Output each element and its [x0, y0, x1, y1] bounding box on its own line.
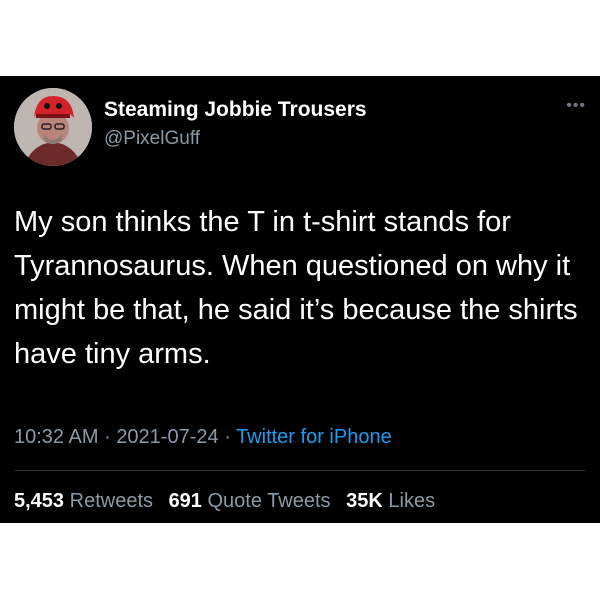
author-handle[interactable]: @PixelGuff: [104, 128, 200, 150]
likes-stat[interactable]: 35K Likes: [346, 490, 435, 512]
likes-label: Likes: [388, 490, 436, 512]
tweet-time[interactable]: 10:32 AM: [14, 426, 99, 448]
quote-tweets-stat[interactable]: 691 Quote Tweets: [169, 490, 337, 512]
divider: [14, 470, 586, 471]
meta-separator: ·: [224, 426, 231, 448]
retweets-stat[interactable]: 5,453 Retweets: [14, 490, 159, 512]
tweet-date[interactable]: 2021-07-24: [116, 426, 218, 448]
tweet-source-link[interactable]: Twitter for iPhone: [236, 426, 392, 448]
retweets-count: 5,453: [14, 490, 65, 512]
retweets-label: Retweets: [69, 490, 153, 512]
tweet-meta: 10:32 AM · 2021-07-24 · Twitter for iPho…: [14, 426, 392, 449]
more-options-icon[interactable]: •••: [566, 98, 586, 114]
author-display-name[interactable]: Steaming Jobbie Trousers: [104, 98, 367, 122]
meta-separator: ·: [104, 426, 111, 448]
tweet-stats: 5,453 Retweets 691 Quote Tweets 35K Like…: [14, 490, 445, 513]
quote-tweets-count: 691: [168, 490, 202, 512]
avatar[interactable]: [14, 88, 92, 166]
tweet-text: My son thinks the T in t-shirt stands fo…: [14, 206, 578, 370]
quote-tweets-label: Quote Tweets: [207, 490, 331, 512]
likes-count: 35K: [346, 490, 383, 512]
